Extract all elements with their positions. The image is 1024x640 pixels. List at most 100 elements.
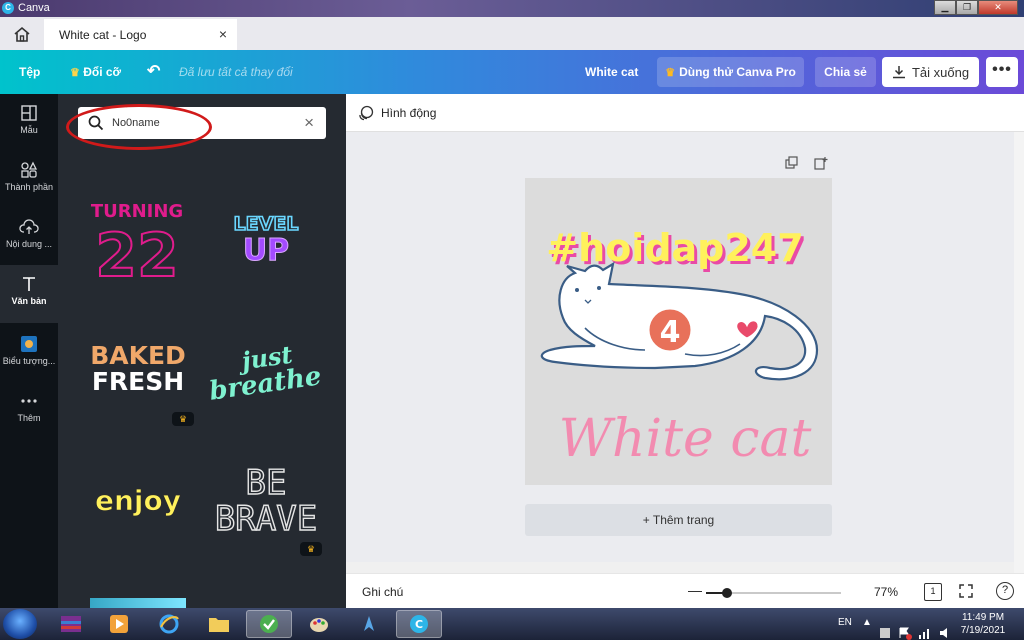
tab-close-button[interactable]: × <box>219 26 227 42</box>
close-window-button[interactable]: ✕ <box>978 0 1018 15</box>
tray-device-icon[interactable] <box>878 617 892 640</box>
page-count-button[interactable]: 1 <box>924 583 942 601</box>
share-button[interactable]: Chia sẻ <box>815 57 876 87</box>
text-template-tile[interactable]: BAKED FRESH ♛ <box>82 334 198 440</box>
file-menu-button[interactable]: Tệp <box>19 65 40 79</box>
rail-item-logos[interactable]: Biểu tượng... <box>0 325 58 381</box>
taskbar-app-network[interactable] <box>346 610 392 638</box>
resize-button[interactable]: ♛ Đổi cỡ <box>70 65 121 79</box>
tile-text-line2: FRESH <box>92 367 184 396</box>
pro-crown-badge: ♛ <box>172 412 194 426</box>
rail-item-elements[interactable]: Thành phần <box>0 151 58 207</box>
text-template-tile[interactable]: enjoy <box>82 466 198 572</box>
explorer-icon <box>209 618 229 632</box>
vertical-scrollbar[interactable] <box>1014 132 1024 573</box>
zoom-slider[interactable] <box>706 588 841 598</box>
rail-item-text[interactable]: Văn bản <box>0 265 58 323</box>
animate-icon[interactable] <box>358 105 374 121</box>
tile-text-line1: LEVEL <box>234 213 299 235</box>
tile-text-line2: 22 <box>95 221 179 284</box>
canva-app-icon: C <box>2 2 14 14</box>
os-taskbar: C EN ▲ 11:49 PM 7/19/2021 <box>0 608 1024 640</box>
taskbar-app-green[interactable] <box>246 610 292 638</box>
download-icon <box>892 66 905 79</box>
rail-item-uploads[interactable]: Nội dung ... <box>0 208 58 264</box>
media-player-icon <box>110 615 128 633</box>
pro-crown-badge: ♛ <box>300 542 322 556</box>
fullscreen-icon[interactable] <box>958 583 974 599</box>
animate-button[interactable]: Hình động <box>381 106 436 120</box>
window-controls: ▁ ❐ ✕ <box>934 0 1018 15</box>
more-options-button[interactable]: ••• <box>986 57 1018 87</box>
taskbar-app-media[interactable] <box>96 610 142 638</box>
rail-item-more[interactable]: Thêm <box>0 382 58 438</box>
clear-search-icon[interactable]: × <box>304 113 314 133</box>
add-page-icon[interactable] <box>814 156 828 170</box>
show-hidden-icons-button[interactable]: ▲ <box>862 617 872 640</box>
signal-icon[interactable] <box>918 617 932 640</box>
svg-text:C: C <box>415 618 423 631</box>
help-button[interactable]: ? <box>996 582 1014 600</box>
canva-icon: C <box>410 615 428 633</box>
rail-item-templates[interactable]: Mẫu <box>0 94 58 150</box>
maximize-button[interactable]: ❐ <box>956 0 978 15</box>
tile-text-line2: UP <box>243 233 289 268</box>
taskbar-app-explorer[interactable] <box>196 610 242 638</box>
badge-number: 4 <box>660 315 681 350</box>
cat-illustration[interactable]: 4 <box>540 261 819 381</box>
try-pro-button[interactable]: ♛ Dùng thử Canva Pro <box>657 57 804 87</box>
tile-text-line1: BE <box>246 463 287 503</box>
tile-text-line2: BRAVE <box>215 499 317 536</box>
template-icon <box>21 105 37 121</box>
download-button[interactable]: Tải xuống <box>882 57 979 87</box>
text-template-tile-partial[interactable] <box>90 598 186 608</box>
home-button[interactable] <box>0 17 44 50</box>
text-template-tile[interactable]: LEVEL UP <box>208 198 324 304</box>
hashtag-text[interactable]: #hoidap247 <box>546 226 803 270</box>
tab-white-cat-logo[interactable]: White cat - Logo × <box>44 19 237 50</box>
rail-label: Biểu tượng... <box>2 356 56 366</box>
winrar-icon <box>61 616 81 632</box>
zoom-level[interactable]: 77% <box>874 585 898 599</box>
elements-icon <box>21 161 38 178</box>
text-template-tile[interactable]: TURNING 22 <box>82 198 198 304</box>
upload-icon <box>19 219 39 234</box>
tab-label: White cat - Logo <box>59 28 147 42</box>
minimize-button[interactable]: ▁ <box>934 0 956 15</box>
action-center-icon[interactable] <box>898 617 912 640</box>
rail-label: Thêm <box>17 413 41 423</box>
zoom-slider-handle[interactable] <box>721 588 732 598</box>
paint-icon <box>310 618 328 632</box>
taskbar-app-canva[interactable]: C <box>396 610 442 638</box>
start-button[interactable] <box>3 609 37 639</box>
text-template-tile[interactable]: just breathe <box>207 334 324 440</box>
window-titlebar: C Canva ▁ ❐ ✕ <box>0 0 1024 17</box>
system-clock[interactable]: 11:49 PM 7/19/2021 <box>955 611 1011 637</box>
home-icon <box>14 26 30 42</box>
undo-icon[interactable]: ↶ <box>147 61 160 81</box>
logo-icon <box>21 336 37 352</box>
design-page[interactable]: #hoidap247 #hoidap247 4 White cat <box>525 178 832 485</box>
duplicate-page-icon[interactable] <box>785 156 799 170</box>
zoom-out-icon[interactable]: — <box>688 582 702 598</box>
rail-label: Mẫu <box>20 125 38 135</box>
taskbar-app-paint[interactable] <box>296 610 342 638</box>
language-indicator[interactable]: EN <box>838 617 852 640</box>
text-template-tile[interactable]: BE BRAVE ♛ <box>208 460 324 566</box>
taskbar-app-ie[interactable] <box>146 610 192 638</box>
network-icon <box>364 616 374 631</box>
crown-icon: ♛ <box>70 67 80 79</box>
notes-button[interactable]: Ghi chú <box>362 585 403 599</box>
text-panel: No0name × TURNING 22 LEVEL UP BAKED FRES… <box>58 94 346 608</box>
download-label: Tải xuống <box>911 64 970 80</box>
highlight-ellipse <box>66 104 212 150</box>
editor-toolbar: Tệp ♛ Đổi cỡ ↶ Đã lưu tất cả thay đổi Wh… <box>0 50 1024 94</box>
horizontal-scrollbar[interactable] <box>346 562 1014 573</box>
add-page-button[interactable]: + Thêm trang <box>525 504 832 536</box>
more-icon <box>21 399 37 403</box>
project-name[interactable]: White cat <box>585 65 638 79</box>
volume-icon[interactable] <box>938 617 952 640</box>
clock-time: 11:49 PM <box>961 612 1005 623</box>
taskbar-app-winrar[interactable] <box>48 610 94 638</box>
brand-name-text[interactable]: White cat <box>559 409 812 469</box>
